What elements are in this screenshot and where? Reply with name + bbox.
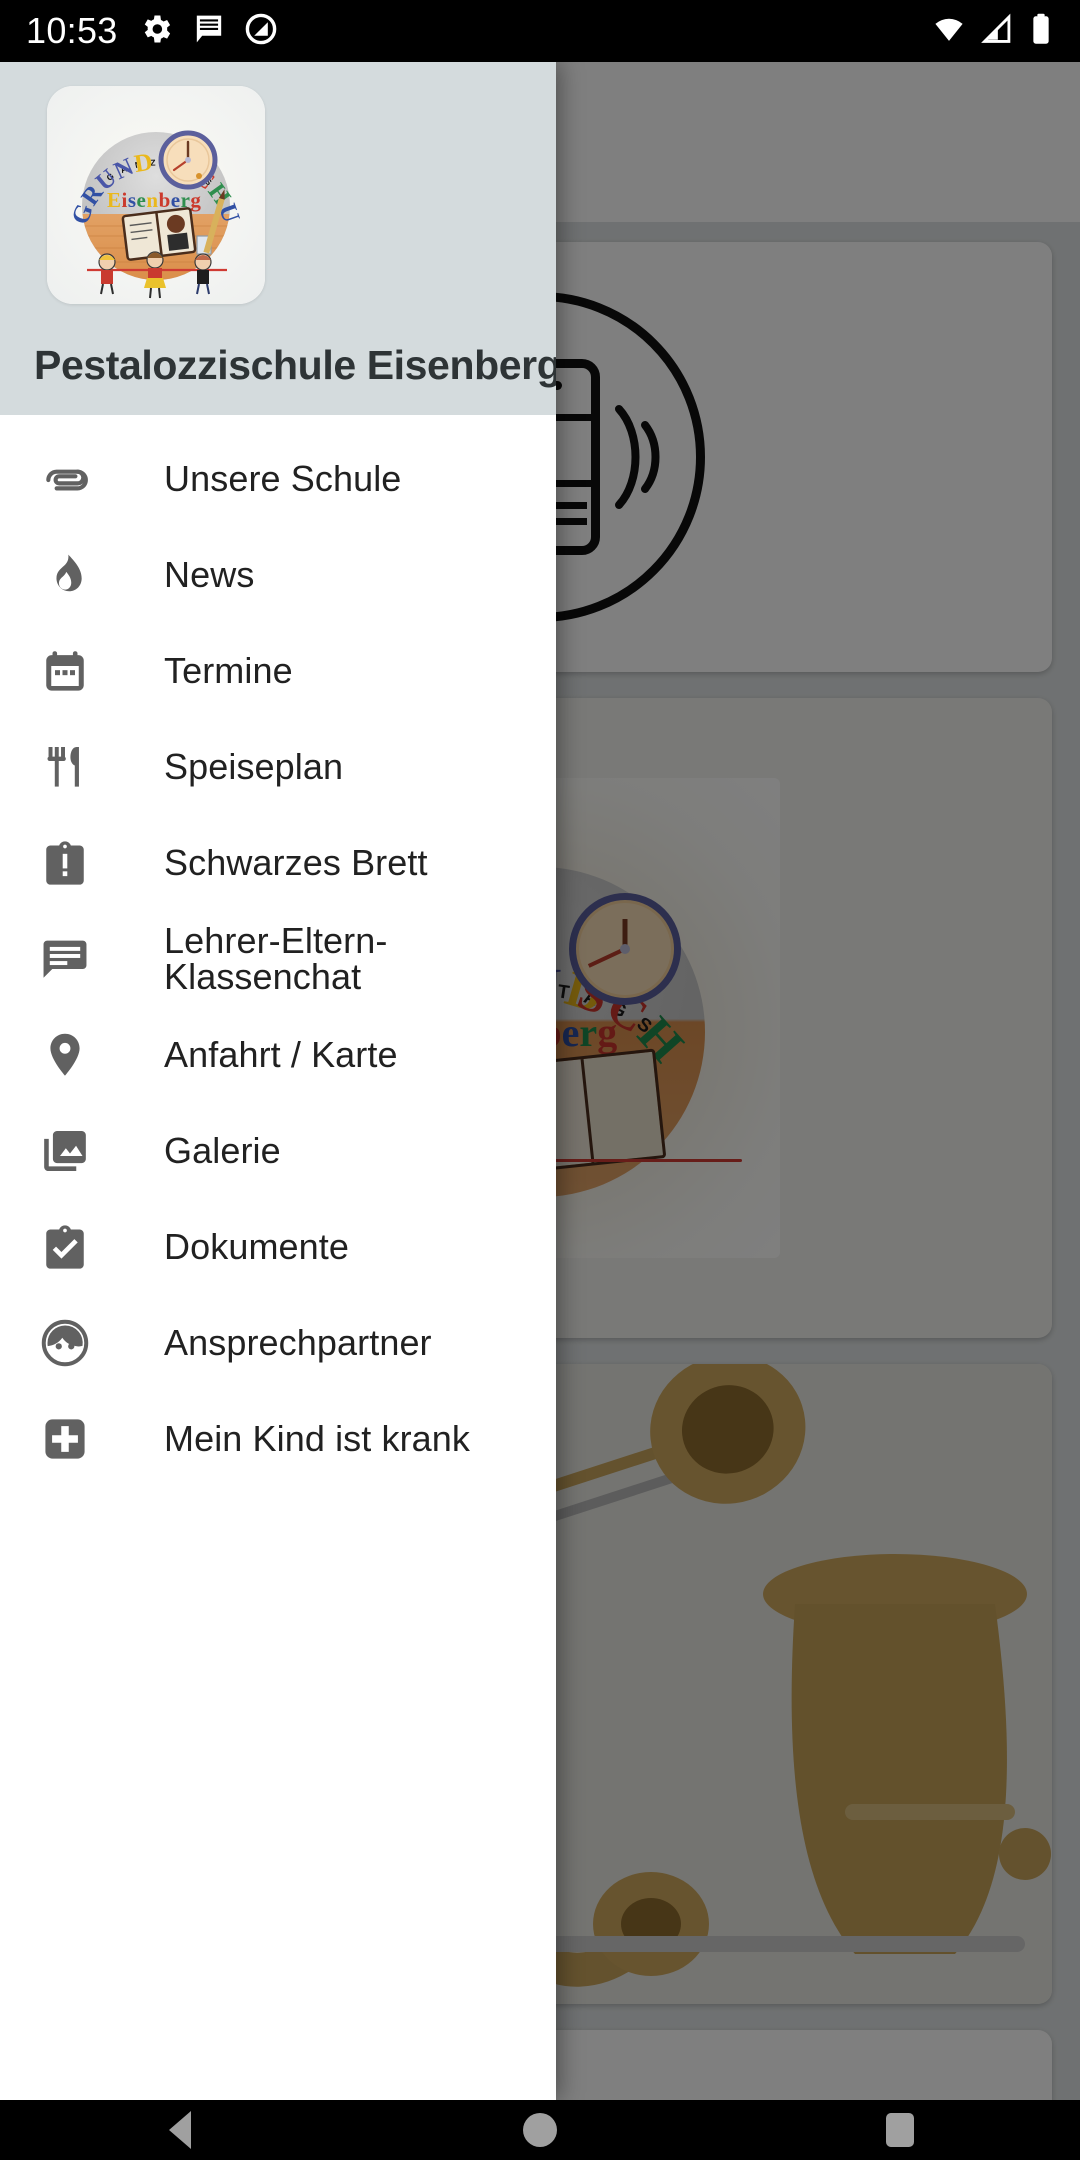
drawer-menu-list: Unsere Schule News Termine Speiseplan Sc… xyxy=(0,415,556,2100)
sidebar-item-news[interactable]: News xyxy=(0,527,556,623)
sidebar-item-label: Speiseplan xyxy=(164,746,344,787)
chat-bubble-icon xyxy=(38,932,92,986)
sidebar-item-schwarzes-brett[interactable]: Schwarzes Brett xyxy=(0,815,556,911)
flame-icon xyxy=(38,548,92,602)
sidebar-item-label: Unsere Schule xyxy=(164,458,402,499)
map-pin-icon xyxy=(38,1028,92,1082)
sidebar-item-label: Mein Kind ist krank xyxy=(164,1418,471,1459)
sidebar-item-speiseplan[interactable]: Speiseplan xyxy=(0,719,556,815)
do-not-disturb-icon xyxy=(244,12,278,51)
paperclip-icon xyxy=(38,452,92,506)
sidebar-item-label: Termine xyxy=(164,650,293,691)
wifi-icon xyxy=(932,12,966,51)
sidebar-item-klassenchat[interactable]: Lehrer-Eltern-Klassenchat xyxy=(0,911,556,1007)
cell-signal-icon xyxy=(980,12,1014,51)
status-bar-system-icons xyxy=(932,12,1054,51)
sidebar-item-label: Ansprechpartner xyxy=(164,1322,432,1363)
status-bar-notification-icons xyxy=(138,11,278,52)
logo-clock xyxy=(158,130,218,190)
sidebar-item-anfahrt-karte[interactable]: Anfahrt / Karte xyxy=(0,1007,556,1103)
sidebar-item-label: Dokumente xyxy=(164,1226,349,1267)
drawer-app-logo: G A N Z T A G S GRUND SCHULE xyxy=(47,86,265,304)
battery-icon xyxy=(1028,12,1054,51)
sidebar-item-label: News xyxy=(164,554,255,595)
person-circle-icon xyxy=(38,1316,92,1370)
status-bar-clock: 10:53 xyxy=(26,10,118,51)
school-logo-icon: G A N Z T A G S GRUND SCHULE xyxy=(47,86,265,304)
clipboard-check-icon xyxy=(38,1220,92,1274)
sidebar-item-ansprechpartner[interactable]: Ansprechpartner xyxy=(0,1295,556,1391)
status-bar: 10:53 xyxy=(0,0,1080,62)
sidebar-item-termine[interactable]: Termine xyxy=(0,623,556,719)
calendar-icon xyxy=(38,644,92,698)
navigation-drawer: G A N Z T A G S GRUND SCHULE xyxy=(0,62,556,2100)
sidebar-item-label: Schwarzes Brett xyxy=(164,842,428,883)
sidebar-item-galerie[interactable]: Galerie xyxy=(0,1103,556,1199)
drawer-school-title: Pestalozzischule Eisenberg xyxy=(34,342,556,388)
sidebar-item-label: Galerie xyxy=(164,1130,281,1171)
sidebar-item-label: Anfahrt / Karte xyxy=(164,1034,398,1075)
message-icon xyxy=(192,12,226,51)
recents-square-icon[interactable] xyxy=(840,2100,960,2160)
cutlery-icon xyxy=(38,740,92,794)
sidebar-item-label: Lehrer-Eltern-Klassenchat xyxy=(164,920,388,997)
android-navigation-bar xyxy=(0,2100,1080,2160)
medical-cross-icon xyxy=(38,1412,92,1466)
clipboard-alert-icon xyxy=(38,836,92,890)
logo-book xyxy=(121,207,197,261)
phone-screen: G A N Z T A G S GRUND SCHULE xyxy=(0,0,1080,2160)
sidebar-item-unsere-schule[interactable]: Unsere Schule xyxy=(0,431,556,527)
home-circle-icon[interactable] xyxy=(480,2100,600,2160)
gear-icon xyxy=(138,11,174,52)
sidebar-item-mein-kind-ist-krank[interactable]: Mein Kind ist krank xyxy=(0,1391,556,1487)
drawer-header: G A N Z T A G S GRUND SCHULE xyxy=(0,62,556,415)
photo-library-icon xyxy=(38,1124,92,1178)
back-triangle-icon[interactable] xyxy=(120,2100,240,2160)
sidebar-item-dokumente[interactable]: Dokumente xyxy=(0,1199,556,1295)
